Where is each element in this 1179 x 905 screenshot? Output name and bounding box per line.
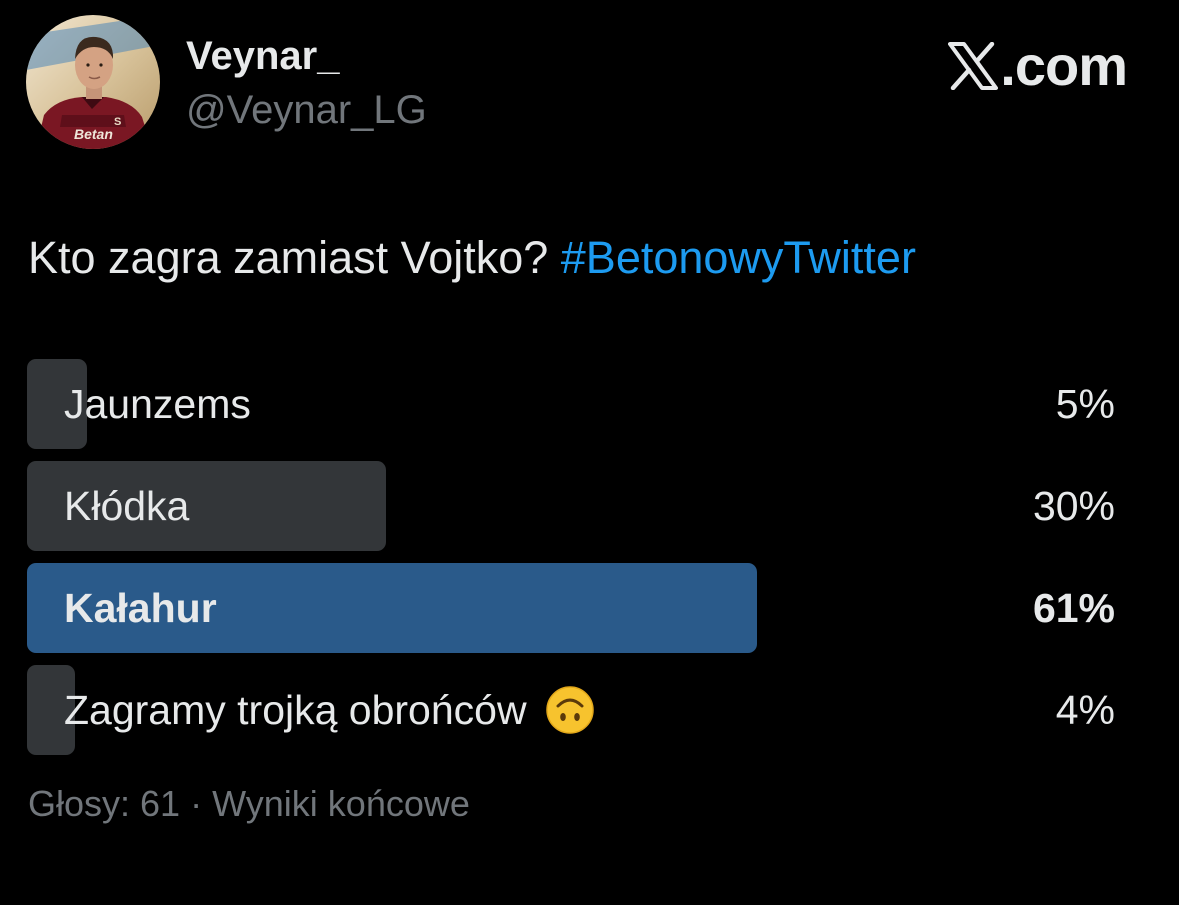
- poll-separator: ·: [190, 783, 203, 824]
- tweet-body: Kto zagra zamiast Vojtko?: [28, 232, 561, 283]
- poll-option-label: Kłódka: [64, 483, 190, 529]
- poll-status: Wyniki końcowe: [212, 783, 470, 824]
- tweet-text: Kto zagra zamiast Vojtko? #BetonowyTwitt…: [28, 230, 916, 286]
- avatar[interactable]: S Betan: [26, 15, 160, 149]
- poll-meta: Głosy: 61 · Wyniki końcowe: [28, 782, 470, 826]
- poll-option-label: Zagramy trojką obrońców: [64, 687, 527, 733]
- poll-option-percent: 61%: [1032, 585, 1115, 631]
- poll-option-percent: 4%: [1055, 687, 1115, 733]
- display-name[interactable]: Veynar_: [186, 32, 339, 80]
- poll-option-percent: 30%: [1032, 483, 1115, 529]
- poll-option-kalahur: Kałahur 61%: [27, 563, 1117, 653]
- avatar-shirt-text: Betan: [74, 126, 113, 142]
- upside-down-face-icon: [545, 685, 595, 735]
- brand-text: .com: [1000, 34, 1128, 97]
- x-logo-icon: [948, 42, 999, 90]
- poll-votes: Głosy: 61: [28, 783, 181, 824]
- poll-option-trojka: Zagramy trojką obrońców 4%: [27, 665, 1117, 755]
- poll-option-klodka: Kłódka 30%: [27, 461, 1117, 551]
- svg-text:S: S: [114, 116, 121, 128]
- hashtag-link[interactable]: #BetonowyTwitter: [561, 232, 916, 283]
- poll-option-percent: 5%: [1055, 381, 1115, 427]
- brand-watermark: .com: [948, 34, 1128, 97]
- poll-option-label: Jaunzems: [64, 381, 251, 427]
- poll-option-jaunzems: Jaunzems 5%: [27, 359, 1117, 449]
- poll-option-label-row: Zagramy trojką obrońców: [64, 665, 595, 755]
- poll-option-label: Kałahur: [64, 585, 217, 631]
- user-handle[interactable]: @Veynar_LG: [186, 86, 427, 134]
- avatar-photo: S Betan: [26, 15, 160, 149]
